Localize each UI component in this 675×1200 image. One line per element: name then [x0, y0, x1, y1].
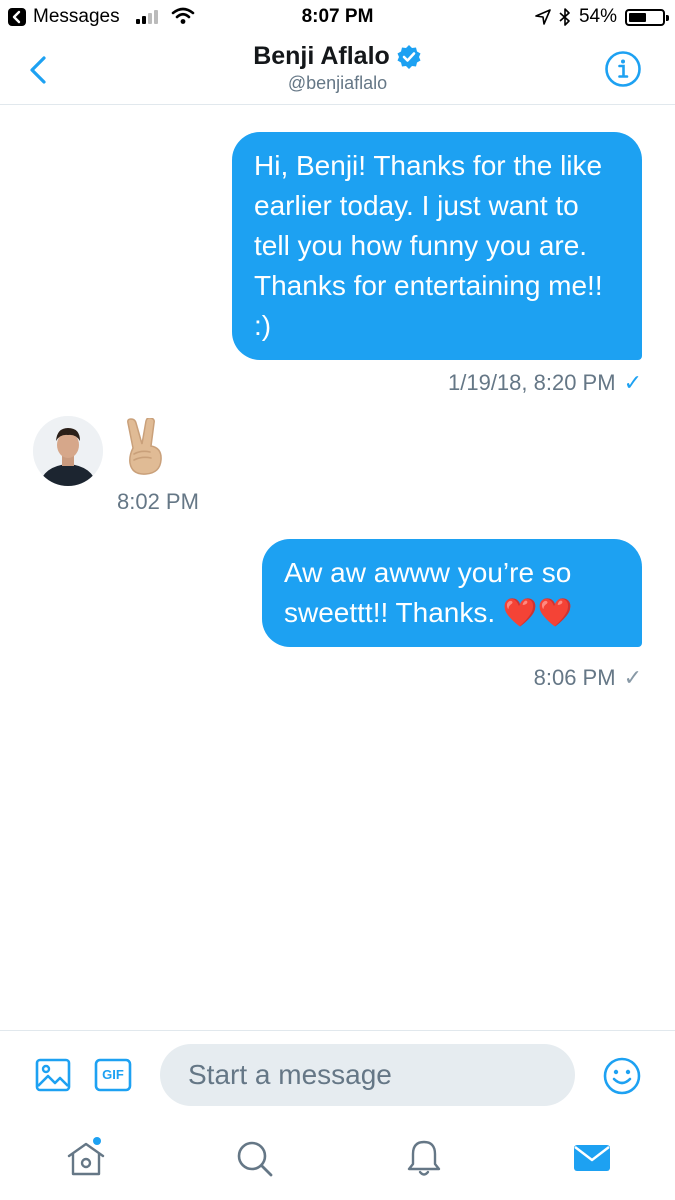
tab-notifications[interactable]: [402, 1136, 446, 1180]
tab-search[interactable]: [232, 1136, 276, 1180]
message-bubble-outgoing[interactable]: Aw aw awww you’re so sweettt!! Thanks. ❤…: [262, 539, 642, 647]
bell-icon: [407, 1140, 441, 1176]
contact-name: Benji Aflalo: [253, 42, 390, 70]
emoji-picker-icon[interactable]: [602, 1056, 642, 1096]
message-timestamp: 8:06 PM: [533, 665, 616, 690]
battery-percent: 54%: [578, 6, 617, 27]
info-button[interactable]: [604, 50, 642, 88]
gif-button[interactable]: GIF: [94, 1058, 132, 1092]
avatar[interactable]: [33, 416, 103, 486]
message-timestamp: 8:02 PM: [117, 489, 199, 514]
location-arrow-icon: [535, 9, 551, 25]
home-icon: [67, 1137, 105, 1176]
heart-emoji: ❤️❤️: [502, 597, 573, 628]
message-meta: 8:06 PM ✓: [534, 665, 642, 691]
message-text: Hi, Benji! Thanks for the like earlier t…: [254, 150, 603, 341]
verified-badge-icon: [397, 44, 421, 69]
bluetooth-icon: [559, 8, 570, 26]
image-icon[interactable]: [34, 1056, 72, 1094]
conversation-header: Benji Aflalo @benjiaflalo: [0, 36, 675, 105]
message-input[interactable]: [160, 1044, 575, 1106]
message-meta: 1/19/18, 8:20 PM ✓: [448, 370, 642, 396]
sent-check-icon: ✓: [623, 665, 642, 690]
gif-label: GIF: [102, 1067, 124, 1082]
conversation-title[interactable]: Benji Aflalo @benjiaflalo: [0, 42, 675, 94]
envelope-icon: [574, 1145, 610, 1171]
read-check-icon: ✓: [623, 370, 642, 395]
battery-icon: [625, 8, 669, 26]
status-bar: Messages 8:07 PM 54%: [0, 0, 675, 36]
tab-home[interactable]: [64, 1136, 108, 1180]
message-timestamp: 1/19/18, 8:20 PM: [448, 370, 616, 395]
message-meta: 8:02 PM: [117, 489, 199, 515]
victory-hand-emoji[interactable]: [120, 417, 168, 476]
tab-messages[interactable]: [570, 1136, 614, 1180]
contact-handle: @benjiaflalo: [287, 73, 388, 93]
search-icon: [237, 1141, 273, 1177]
message-bubble-outgoing[interactable]: Hi, Benji! Thanks for the like earlier t…: [232, 132, 642, 360]
